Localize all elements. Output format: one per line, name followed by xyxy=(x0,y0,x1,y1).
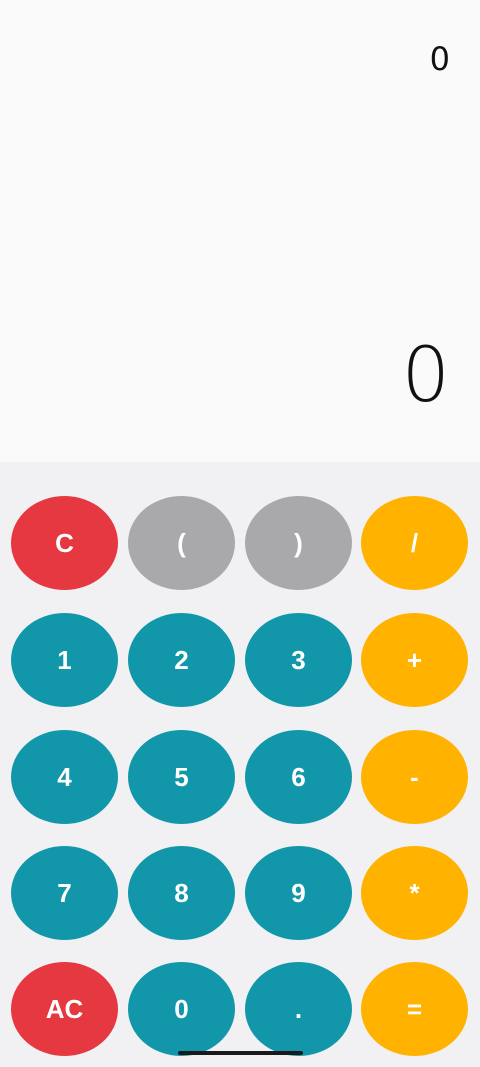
calculator-screen: 0 0 C ( ) / 1 2 3 + 4 5 6 - 7 8 9 * AC 0… xyxy=(0,0,480,1067)
digit-6-button[interactable]: 6 xyxy=(245,730,352,824)
result-text: 0 xyxy=(401,330,450,419)
digit-5-button[interactable]: 5 xyxy=(128,730,235,824)
open-paren-button[interactable]: ( xyxy=(128,496,235,590)
equals-button[interactable]: = xyxy=(361,962,468,1056)
all-clear-button[interactable]: AC xyxy=(11,962,118,1056)
display-panel: 0 0 xyxy=(0,0,480,462)
multiply-button[interactable]: * xyxy=(361,846,468,940)
digit-2-button[interactable]: 2 xyxy=(128,613,235,707)
keypad-row-1: C ( ) / xyxy=(0,496,480,590)
divide-button[interactable]: / xyxy=(361,496,468,590)
subtract-button[interactable]: - xyxy=(361,730,468,824)
decimal-point-button[interactable]: . xyxy=(245,962,352,1056)
digit-8-button[interactable]: 8 xyxy=(128,846,235,940)
digit-1-button[interactable]: 1 xyxy=(11,613,118,707)
digit-0-button[interactable]: 0 xyxy=(128,962,235,1056)
keypad-row-2: 1 2 3 + xyxy=(0,613,480,707)
digit-7-button[interactable]: 7 xyxy=(11,846,118,940)
home-indicator[interactable] xyxy=(178,1051,303,1055)
digit-9-button[interactable]: 9 xyxy=(245,846,352,940)
clear-button[interactable]: C xyxy=(11,496,118,590)
keypad-row-4: 7 8 9 * xyxy=(0,846,480,940)
add-button[interactable]: + xyxy=(361,613,468,707)
digit-4-button[interactable]: 4 xyxy=(11,730,118,824)
close-paren-button[interactable]: ) xyxy=(245,496,352,590)
keypad-row-3: 4 5 6 - xyxy=(0,730,480,824)
digit-3-button[interactable]: 3 xyxy=(245,613,352,707)
keypad-row-5: AC 0 . = xyxy=(0,962,480,1056)
keypad: C ( ) / 1 2 3 + 4 5 6 - 7 8 9 * AC 0 . = xyxy=(0,462,480,1067)
expression-text: 0 xyxy=(429,40,450,78)
